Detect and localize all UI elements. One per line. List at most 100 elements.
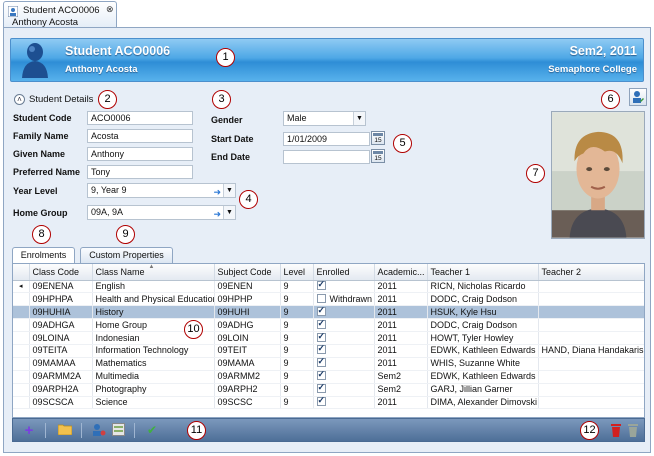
enrolled-checkbox[interactable]	[316, 319, 326, 329]
column-header[interactable]: Class Code	[29, 264, 93, 281]
enrolled-checkbox[interactable]	[316, 306, 326, 316]
table-row[interactable]: 09HPHPA Health and Physical Education 09HP…	[13, 292, 644, 307]
cell-class-code: 09ARMM2A	[29, 370, 93, 384]
cell-subject-code: 09SCSC	[214, 396, 281, 410]
table-row[interactable]: 09MAMAAMathematics09MAMA9 2011WHIS, Suzan…	[13, 357, 644, 371]
callout-marker: 11	[187, 421, 206, 440]
assign-teacher-icon[interactable]	[91, 423, 107, 438]
section-title[interactable]: Student Details	[29, 94, 93, 105]
column-header[interactable]: Level	[280, 264, 314, 281]
given-name-input[interactable]: Anthony	[87, 147, 193, 161]
cell-teacher-2	[538, 331, 644, 345]
cell-level: 9	[280, 292, 314, 307]
enrolled-checkbox[interactable]	[316, 383, 326, 394]
row-indicator[interactable]	[13, 292, 30, 307]
cell-subject-code: 09ARPH2	[214, 383, 281, 397]
cell-class-name: Photography	[92, 383, 215, 397]
cell-class-code: 09ENENA	[29, 280, 93, 294]
table-row[interactable]: 09SCSCAScience09SCSC9 2011DIMA, Alexander…	[13, 396, 644, 410]
row-indicator[interactable]: ◂	[13, 280, 30, 294]
column-header[interactable]: Class Name ▲	[92, 264, 215, 281]
cell-teacher-2	[538, 357, 644, 371]
cell-class-name: Mathematics	[92, 357, 215, 371]
row-indicator[interactable]	[13, 331, 30, 345]
enrolled-checkbox[interactable]	[316, 280, 326, 290]
row-indicator[interactable]	[13, 357, 30, 371]
enrolled-checkbox[interactable]	[316, 370, 326, 381]
column-header[interactable]: Subject Code	[214, 264, 281, 281]
cell-level: 9	[280, 357, 314, 371]
check-icon[interactable]: ✔	[144, 423, 160, 438]
collapse-section-icon[interactable]: ˄	[14, 94, 25, 105]
cell-academic: 2011	[374, 344, 428, 358]
table-row[interactable]: 09ARMM2AMultimedia09ARMM29 Sem2EDWK, Kath…	[13, 370, 644, 384]
table-row[interactable]: 09ARPH2APhotography09ARPH29 Sem2GARJ, Jil…	[13, 383, 644, 397]
enrolled-checkbox[interactable]	[316, 332, 326, 342]
cell-subject-code: 09HUHI	[214, 305, 281, 320]
tab-custom-properties[interactable]: Custom Properties	[80, 247, 173, 263]
avatar-icon	[22, 43, 48, 78]
enrolled-checkbox[interactable]	[316, 344, 326, 355]
go-to-arrow-icon[interactable]: ➜	[213, 186, 221, 199]
cell-class-name: Information Technology	[92, 344, 215, 358]
row-indicator[interactable]	[13, 318, 30, 333]
preferred-name-label: Preferred Name	[13, 167, 81, 177]
row-indicator[interactable]	[13, 344, 30, 358]
cell-level: 9	[280, 305, 314, 320]
cell-enrolled	[313, 357, 375, 371]
column-header[interactable]: Enrolled	[313, 264, 375, 281]
cell-teacher-1: DODC, Craig Dodson	[427, 292, 539, 307]
student-code-input[interactable]: ACO0006	[87, 111, 193, 125]
cell-level: 9	[280, 370, 314, 384]
cell-class-code: 09TEITA	[29, 344, 93, 358]
calendar-icon[interactable]: 15	[371, 149, 385, 163]
close-tab-icon[interactable]: ⊗	[106, 4, 114, 15]
change-photo-button[interactable]	[629, 88, 647, 106]
enrolled-checkbox[interactable]	[316, 357, 326, 368]
column-header[interactable]: Academic...	[374, 264, 428, 281]
tab-enrolments[interactable]: Enrolments	[12, 247, 75, 264]
document-tab[interactable]: Student ACO0006 Anthony Acosta ⊗	[3, 1, 117, 28]
enrolment-status: Withdrawn	[329, 293, 373, 304]
table-row[interactable]: ◂09ENENAEnglish09ENEN9 2011RICN, Nicholas…	[13, 280, 644, 294]
column-header[interactable]: Teacher 2	[538, 264, 644, 281]
grid-toolbar: + ✔	[12, 418, 645, 442]
enrolled-checkbox[interactable]	[316, 293, 326, 303]
row-indicator[interactable]	[13, 383, 30, 397]
year-level-select[interactable]: 9, Year 9 ➜ ▼	[87, 183, 236, 198]
cell-level: 9	[280, 318, 314, 333]
preferred-name-input[interactable]: Tony	[87, 165, 193, 179]
table-row[interactable]: 09ADHGAHome Group09ADHG92011DODC, Craig …	[13, 318, 644, 333]
cell-class-name: Science	[92, 396, 215, 410]
enrolled-checkbox[interactable]	[316, 396, 326, 406]
cell-teacher-1: DODC, Craig Dodson	[427, 318, 539, 333]
column-header-label: Class Name	[95, 266, 145, 277]
home-group-value: 09A, 9A	[91, 207, 124, 217]
timetable-icon[interactable]	[110, 423, 126, 438]
chevron-down-icon[interactable]: ▼	[223, 184, 235, 197]
table-row[interactable]: 09HUHIAHistory09HUHI9 2011HSUK, Kyle Hsu	[13, 305, 644, 320]
row-indicator[interactable]	[13, 305, 30, 320]
recycle-bin-icon[interactable]	[625, 423, 641, 438]
start-date-input[interactable]: 1/01/2009	[283, 132, 370, 146]
add-icon[interactable]: +	[21, 423, 37, 438]
column-header[interactable]: Teacher 1	[427, 264, 539, 281]
table-row[interactable]: 09TEITAInformation Technology09TEIT9 2011…	[13, 344, 644, 358]
folder-icon[interactable]	[57, 423, 73, 438]
delete-icon[interactable]	[608, 423, 624, 438]
gender-select[interactable]: Male ▼	[283, 111, 366, 126]
calendar-icon[interactable]: 15	[371, 131, 385, 145]
cell-teacher-1: GARJ, Jillian Garner	[427, 383, 539, 397]
row-indicator[interactable]	[13, 370, 30, 384]
table-row[interactable]: 09LOINAIndonesian09LOIN92011HOWT, Tyler …	[13, 331, 644, 345]
go-to-arrow-icon[interactable]: ➜	[213, 208, 221, 221]
chevron-down-icon[interactable]: ▼	[353, 112, 365, 125]
callout-marker: 7	[526, 164, 545, 183]
student-icon	[8, 6, 18, 17]
home-group-select[interactable]: 09A, 9A ➜ ▼	[87, 205, 236, 220]
family-name-input[interactable]: Acosta	[87, 129, 193, 143]
end-date-input[interactable]	[283, 150, 370, 164]
row-indicator[interactable]	[13, 396, 30, 410]
chevron-down-icon[interactable]: ▼	[223, 206, 235, 219]
cell-academic: 2011	[374, 292, 428, 307]
